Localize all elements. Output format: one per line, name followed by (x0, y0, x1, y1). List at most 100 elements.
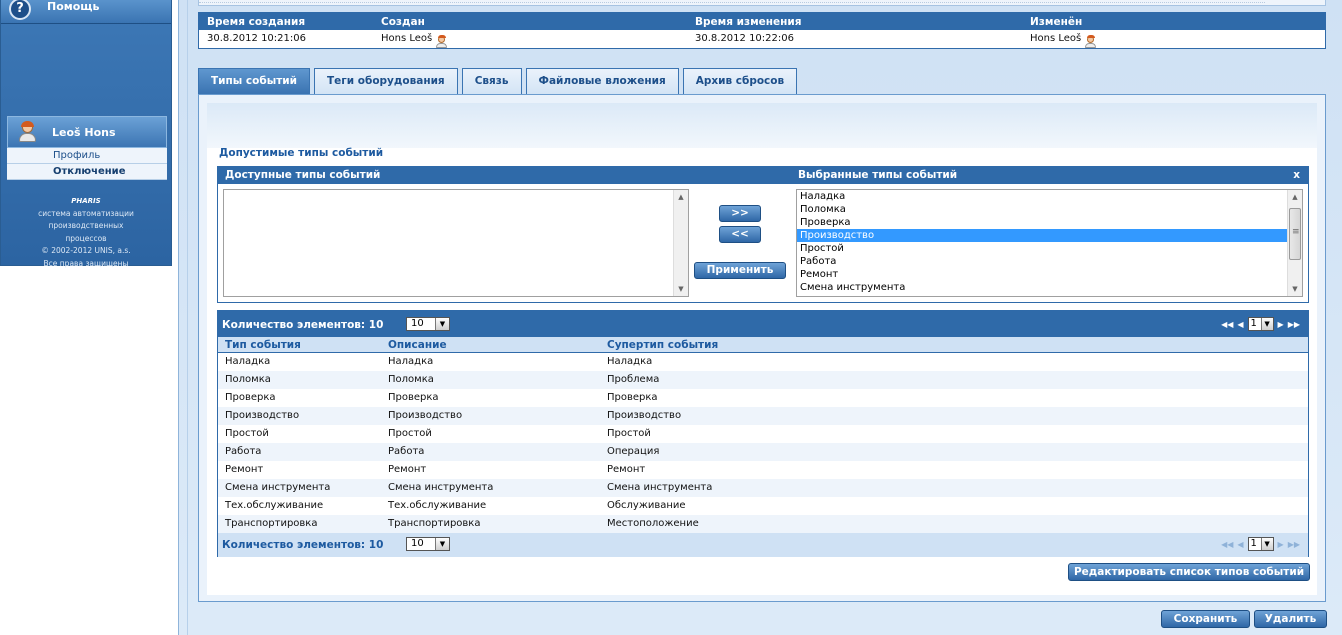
page-size-select[interactable]: 10 ▼ (406, 317, 450, 331)
table-row[interactable]: Наладка Наладка Наладка (218, 353, 1308, 371)
next-page-icon[interactable]: ▶ (1278, 540, 1284, 549)
modified-by-cell: Hons Leoš (1030, 33, 1097, 48)
column-header-supertype[interactable]: Супертип события (607, 339, 718, 351)
cell-supertype: Проблема (607, 374, 660, 385)
help-label: Помощь (47, 0, 100, 13)
cell-supertype: Проверка (607, 392, 658, 403)
cell-supertype: Наладка (607, 356, 653, 367)
user-name: Leoš Hons (52, 125, 116, 139)
table-row[interactable]: Проверка Проверка Проверка (218, 389, 1308, 407)
edit-event-types-button[interactable]: Редактировать список типов событий (1068, 563, 1310, 581)
scroll-down-icon[interactable]: ▼ (1288, 282, 1302, 296)
pager-top: ◀◀ ◀ 1 ▼ ▶ ▶▶ (1221, 317, 1300, 331)
help-link[interactable]: ? Помощь (1, 0, 171, 24)
chevron-down-icon: ▼ (1260, 538, 1273, 550)
selected-list-option[interactable]: Простой (797, 242, 1302, 255)
last-page-icon[interactable]: ▶▶ (1288, 320, 1300, 329)
sidebar-footer: PHARIS система автоматизации производств… (1, 195, 171, 270)
cell-supertype: Местоположение (607, 518, 699, 529)
table-row[interactable]: Тех.обслуживание Тех.обслуживание Обслужив… (218, 497, 1308, 515)
table-row[interactable]: Смена инструмента Смена инструмента Смена … (218, 479, 1308, 497)
item-count-label: Количество элементов: 10 (222, 319, 384, 331)
remove-button[interactable]: << (719, 226, 761, 243)
top-panel-edge (198, 0, 1326, 6)
cell-description: Работа (388, 446, 425, 457)
table-row[interactable]: Поломка Поломка Проблема (218, 371, 1308, 389)
cell-type: Транспортировка (225, 518, 318, 529)
cell-type: Наладка (225, 356, 271, 367)
table-row[interactable]: Простой Простой Простой (218, 425, 1308, 443)
user-avatar-icon (18, 121, 36, 142)
column-header-type[interactable]: Тип события (225, 339, 301, 351)
selected-list-option[interactable]: Работа (797, 255, 1302, 268)
scroll-thumb[interactable] (1289, 208, 1301, 260)
cell-supertype: Производство (607, 410, 682, 421)
meta-header-created-by: Создан (381, 16, 425, 28)
selector-header: Доступные типы событий Выбранные типы со… (218, 167, 1308, 184)
help-icon: ? (9, 0, 31, 20)
chevron-down-icon: ▼ (435, 538, 449, 550)
first-page-icon[interactable]: ◀◀ (1221, 320, 1233, 329)
profile-link[interactable]: Профиль (7, 148, 167, 164)
scrollbar[interactable]: ▲ ▼ (673, 190, 688, 296)
apply-button[interactable]: Применить (694, 262, 786, 279)
add-button[interactable]: >> (719, 205, 761, 222)
selected-list-option[interactable]: Поломка (797, 203, 1302, 216)
cell-supertype: Ремонт (607, 464, 646, 475)
created-by-value: Hons Leoš (381, 33, 433, 44)
tab-event-types[interactable]: Типы событий (198, 68, 310, 94)
tab-reset-archive[interactable]: Архив сбросов (682, 68, 798, 94)
event-types-grid: Количество элементов: 10 10 ▼ ◀◀ ◀ 1 ▼ ▶ … (217, 310, 1309, 557)
table-row[interactable]: Транспортировка Транспортировка Местополож… (218, 515, 1308, 533)
selected-list-option[interactable]: Проверка (797, 216, 1302, 229)
table-row[interactable]: Производство Производство Производство (218, 407, 1308, 425)
next-page-icon[interactable]: ▶ (1278, 320, 1284, 329)
table-row[interactable]: Ремонт Ремонт Ремонт (218, 461, 1308, 479)
selected-list-option[interactable]: Наладка (797, 190, 1302, 203)
scroll-down-icon[interactable]: ▼ (674, 282, 688, 296)
close-icon[interactable]: x (1293, 169, 1300, 181)
meta-row: 30.8.2012 10:21:06 Hons Leoš 30.8.2012 1… (199, 30, 1325, 48)
modified-by-value: Hons Leoš (1030, 33, 1082, 44)
cell-description: Производство (388, 410, 463, 421)
created-time-value: 30.8.2012 10:21:06 (207, 33, 306, 44)
cell-description: Простой (388, 428, 432, 439)
cell-description: Наладка (388, 356, 434, 367)
selected-list-option[interactable]: Ремонт (797, 268, 1302, 281)
tab-bar: Типы событий Теги оборудования Связь Фай… (198, 68, 801, 94)
save-button[interactable]: Сохранить (1161, 610, 1250, 628)
prev-page-icon[interactable]: ◀ (1237, 320, 1243, 329)
prev-page-icon[interactable]: ◀ (1237, 540, 1243, 549)
grid-toolbar: Количество элементов: 10 10 ▼ ◀◀ ◀ 1 ▼ ▶ … (218, 311, 1308, 337)
cell-type: Работа (225, 446, 262, 457)
page-size-select[interactable]: 10 ▼ (406, 537, 450, 551)
meta-header: Время создания Создан Время изменения Из… (199, 13, 1325, 30)
user-icon (436, 35, 448, 48)
scroll-up-icon[interactable]: ▲ (1288, 190, 1302, 204)
delete-button[interactable]: Удалить (1254, 610, 1327, 628)
item-count-label: Количество элементов: 10 (222, 539, 384, 551)
created-by-cell: Hons Leoš (381, 33, 448, 48)
page-size-value: 10 (411, 538, 424, 549)
selected-list[interactable]: Наладка Поломка Проверка Производство Просто… (796, 189, 1303, 297)
page-number: 1 (1250, 318, 1257, 329)
cell-supertype: Операция (607, 446, 660, 457)
selected-list-option[interactable]: Смена инструмента (797, 281, 1302, 294)
logout-link[interactable]: Отключение (7, 164, 167, 180)
event-type-selector: Доступные типы событий Выбранные типы со… (217, 166, 1309, 303)
meta-header-created-time: Время создания (207, 16, 306, 28)
last-page-icon[interactable]: ▶▶ (1288, 540, 1300, 549)
column-header-description[interactable]: Описание (388, 339, 447, 351)
tab-relations[interactable]: Связь (461, 68, 522, 94)
tab-file-attachments[interactable]: Файловые вложения (525, 68, 679, 94)
first-page-icon[interactable]: ◀◀ (1221, 540, 1233, 549)
page-number: 1 (1250, 538, 1257, 549)
available-list[interactable]: ▲ ▼ (223, 189, 689, 297)
tab-equipment-tags[interactable]: Теги оборудования (314, 68, 458, 94)
page-select[interactable]: 1 ▼ (1247, 317, 1274, 331)
table-row[interactable]: Работа Работа Операция (218, 443, 1308, 461)
scroll-up-icon[interactable]: ▲ (674, 190, 688, 204)
scrollbar[interactable]: ▲ ▼ (1287, 190, 1302, 296)
selected-list-option[interactable]: Производство (797, 229, 1302, 242)
page-select[interactable]: 1 ▼ (1247, 537, 1274, 551)
